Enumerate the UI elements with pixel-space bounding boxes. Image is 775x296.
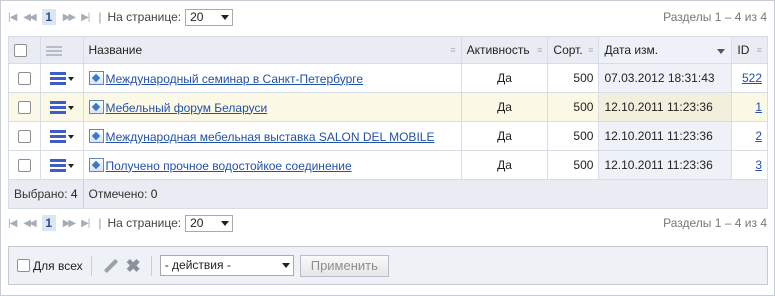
next-page-icon[interactable]: ▶▶ — [63, 218, 76, 229]
sections-summary: Разделы 1 – 4 из 4 — [663, 10, 767, 24]
last-page-icon[interactable]: ▶| — [81, 12, 90, 23]
date-cell: 12.10.2011 11:23:36 — [598, 92, 733, 122]
active-cell: Да — [460, 92, 549, 122]
divider — [90, 255, 92, 276]
column-header-date[interactable]: Дата изм. — [598, 36, 733, 64]
apply-button[interactable]: Применить — [299, 254, 389, 277]
checked-count: Отмечено: 0 — [82, 179, 769, 209]
column-header-id[interactable]: ID ≡ — [731, 36, 768, 64]
date-cell: 12.10.2011 11:23:36 — [598, 121, 733, 151]
chevron-down-icon — [281, 263, 290, 268]
row-checkbox[interactable] — [17, 101, 31, 115]
column-header-name[interactable]: Название ≡ — [82, 36, 462, 64]
column-header-sort[interactable]: Сорт. ≡ — [547, 36, 600, 64]
first-page-icon[interactable]: |◀ — [8, 12, 17, 23]
column-menu-icon[interactable]: ≡ — [450, 45, 455, 55]
row-checkbox[interactable] — [17, 130, 31, 144]
section-name-link[interactable]: Получено прочное водостойкое соединение — [106, 159, 352, 173]
per-page-value: 20 — [190, 9, 204, 24]
section-name-link[interactable]: Международная мебельная выставка SALON D… — [106, 130, 435, 144]
columns-menu-icon[interactable] — [45, 45, 62, 56]
table-row[interactable]: Международный семинар в Санкт-Петербурге… — [8, 63, 768, 93]
per-page-value: 20 — [190, 215, 204, 230]
row-actions-menu-icon[interactable] — [49, 71, 74, 86]
chevron-down-icon — [221, 220, 230, 226]
pager-separator: | — [98, 10, 102, 24]
active-cell: Да — [460, 121, 549, 151]
sort-cell: 500 — [547, 63, 600, 93]
table-header-row: Название ≡ Активность ≡ Сорт. ≡ Дата изм. I… — [8, 36, 768, 64]
row-checkbox[interactable] — [17, 72, 31, 86]
current-page[interactable]: 1 — [41, 9, 56, 25]
for-all-checkbox[interactable] — [17, 259, 30, 272]
for-all-toggle[interactable]: Для всех — [17, 259, 83, 273]
actions-header[interactable] — [39, 36, 84, 64]
sections-summary: Разделы 1 – 4 из 4 — [663, 216, 767, 230]
date-cell: 07.03.2012 18:31:43 — [598, 63, 733, 93]
table-row[interactable]: Мебельный форум Беларуси Да 500 12.10.20… — [8, 92, 768, 122]
for-all-label[interactable]: Для всех — [33, 259, 83, 273]
current-page[interactable]: 1 — [41, 215, 56, 231]
row-actions-menu-icon[interactable] — [49, 158, 74, 173]
column-menu-icon[interactable]: ≡ — [588, 45, 593, 55]
prev-page-icon[interactable]: ◀◀ — [23, 12, 36, 23]
column-header-active[interactable]: Активность ≡ — [460, 36, 549, 64]
sections-table: Название ≡ Активность ≡ Сорт. ≡ Дата изм. I… — [8, 36, 769, 209]
delete-x-icon[interactable]: ✖ — [126, 257, 141, 275]
admin-panel: |◀ ◀◀ 1 ▶▶ ▶| | На странице: 20 Разделы … — [0, 0, 775, 296]
section-icon — [88, 70, 104, 85]
id-link[interactable]: 522 — [742, 71, 762, 85]
divider — [150, 255, 152, 276]
pager-nav: |◀ ◀◀ 1 ▶▶ ▶| — [8, 9, 96, 25]
chevron-down-icon — [221, 14, 230, 20]
table-row[interactable]: Международная мебельная выставка SALON D… — [8, 121, 768, 151]
actions-value: - действия - — [164, 258, 231, 272]
last-page-icon[interactable]: ▶| — [81, 218, 90, 229]
per-page-select[interactable]: 20 — [185, 8, 234, 26]
sort-desc-icon — [717, 49, 726, 54]
selected-count: Выбрано: 4 — [8, 179, 84, 209]
id-link[interactable]: 2 — [755, 129, 762, 143]
sort-cell: 500 — [547, 121, 600, 151]
first-page-icon[interactable]: |◀ — [8, 218, 17, 229]
section-name-link[interactable]: Международный семинар в Санкт-Петербурге — [106, 72, 364, 86]
table-row[interactable]: Получено прочное водостойкое соединение … — [8, 150, 768, 180]
pager-separator: | — [98, 216, 102, 230]
id-link[interactable]: 1 — [755, 100, 762, 114]
group-action-bar: Для всех ✖ - действия - Применить — [8, 246, 768, 285]
section-icon — [88, 157, 104, 172]
pager-nav: |◀ ◀◀ 1 ▶▶ ▶| — [8, 215, 96, 231]
pager-top: |◀ ◀◀ 1 ▶▶ ▶| | На странице: 20 Разделы … — [8, 7, 768, 27]
sort-cell: 500 — [547, 150, 600, 180]
active-cell: Да — [460, 150, 549, 180]
pager-bottom: |◀ ◀◀ 1 ▶▶ ▶| | На странице: 20 Разделы … — [8, 213, 768, 233]
pencil-icon[interactable] — [100, 257, 120, 275]
column-menu-icon[interactable]: ≡ — [757, 45, 762, 55]
select-all-header[interactable] — [8, 36, 41, 64]
section-icon — [88, 99, 104, 114]
section-icon — [88, 128, 104, 143]
active-cell: Да — [460, 63, 549, 93]
column-menu-icon[interactable]: ≡ — [537, 45, 542, 55]
sort-cell: 500 — [547, 92, 600, 122]
per-page-label: На странице: — [107, 10, 182, 24]
per-page-select[interactable]: 20 — [185, 214, 234, 232]
date-cell: 12.10.2011 11:23:36 — [598, 150, 733, 180]
prev-page-icon[interactable]: ◀◀ — [23, 218, 36, 229]
next-page-icon[interactable]: ▶▶ — [63, 12, 76, 23]
row-actions-menu-icon[interactable] — [49, 100, 74, 115]
table-footer: Выбрано: 4 Отмечено: 0 — [8, 179, 769, 209]
select-all-checkbox[interactable] — [14, 44, 27, 58]
per-page-label: На странице: — [107, 216, 182, 230]
actions-select[interactable]: - действия - — [159, 255, 294, 276]
id-link[interactable]: 3 — [755, 158, 762, 172]
row-actions-menu-icon[interactable] — [49, 129, 74, 144]
row-checkbox[interactable] — [17, 159, 31, 173]
section-name-link[interactable]: Мебельный форум Беларуси — [106, 101, 268, 115]
